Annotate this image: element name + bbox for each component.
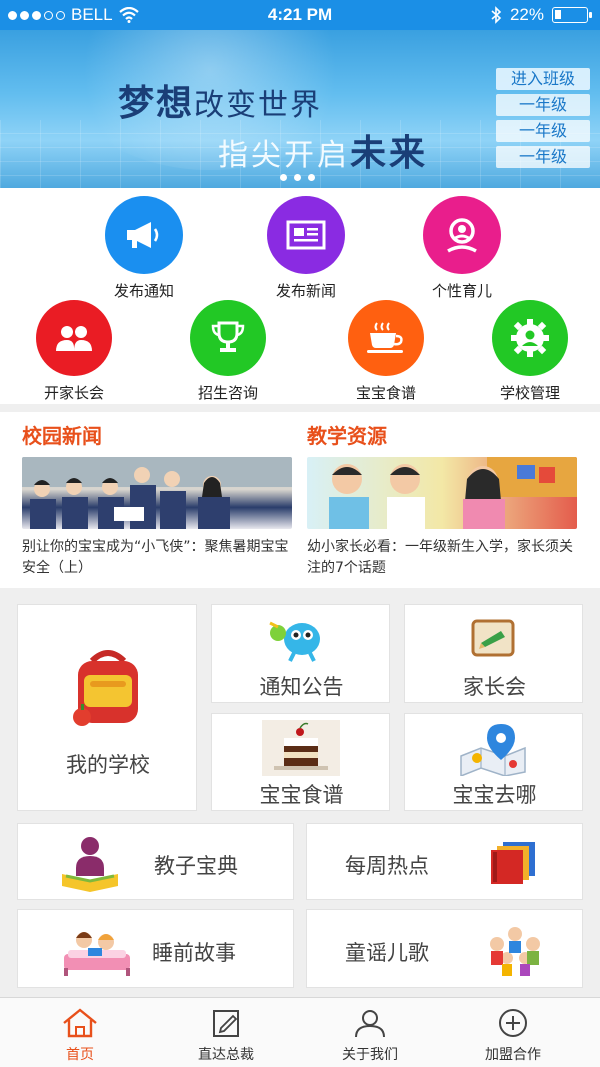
tile-label: 童谣儿歌 bbox=[345, 941, 429, 965]
nav-label: 加盟合作 bbox=[485, 1047, 541, 1063]
tile-label: 睡前故事 bbox=[152, 941, 236, 965]
action-label: 学校管理 bbox=[499, 384, 560, 402]
campus-news-title: 校园新闻 bbox=[22, 424, 102, 448]
edit-icon bbox=[213, 1010, 239, 1037]
map-pin-icon bbox=[460, 724, 526, 776]
books-icon bbox=[491, 842, 535, 884]
action-personal-parenting[interactable]: 个性育儿 bbox=[402, 196, 522, 301]
tile-label: 每周热点 bbox=[345, 854, 429, 878]
nav-direct-to-ceo[interactable]: 直达总裁 bbox=[166, 1008, 286, 1064]
banner-slogan-line2: 指尖开启未来 bbox=[218, 133, 429, 174]
school-bag-icon bbox=[73, 650, 138, 726]
tile-parent-meeting[interactable]: 家长会 bbox=[404, 604, 583, 703]
tile-notice[interactable]: 通知公告 bbox=[211, 604, 390, 703]
action-parent-meeting[interactable]: 开家长会 bbox=[14, 300, 134, 403]
tile-label: 宝宝食谱 bbox=[259, 783, 344, 807]
tile-parenting-guide[interactable]: 教子宝典 bbox=[17, 823, 294, 900]
megaphone-icon bbox=[105, 196, 183, 274]
action-label: 招生咨询 bbox=[197, 384, 258, 402]
banner-slogan-line1: 梦想改变世界 bbox=[118, 82, 323, 123]
action-school-management[interactable]: 学校管理 bbox=[470, 300, 590, 403]
action-label: 发布通知 bbox=[113, 282, 174, 300]
banner-page-indicator bbox=[280, 174, 315, 181]
nav-join-cooperation[interactable]: 加盟合作 bbox=[453, 1008, 573, 1064]
bottom-navigation: 首页 直达总裁 关于我们 加盟合作 bbox=[0, 997, 600, 1067]
person-icon bbox=[423, 196, 501, 274]
coffee-cup-icon bbox=[348, 300, 424, 376]
action-enrollment-consult[interactable]: 招生咨询 bbox=[168, 300, 288, 403]
battery-level bbox=[555, 10, 561, 19]
campus-news-caption: 别让你的宝宝成为“小飞侠”：聚焦暑期宝宝安全（上） bbox=[22, 539, 289, 576]
status-bar: BELL 4:21 PM 22% bbox=[0, 0, 600, 30]
tile-my-school[interactable]: 我的学校 bbox=[17, 604, 197, 811]
class-selector: 进入班级 一年级 一年级 一年级 bbox=[496, 68, 590, 168]
battery-percent: 22% bbox=[509, 5, 544, 24]
action-label: 开家长会 bbox=[43, 384, 104, 402]
parents-icon bbox=[36, 300, 112, 376]
tile-baby-recipe[interactable]: 宝宝食谱 bbox=[211, 713, 390, 811]
bluetooth-icon bbox=[491, 6, 502, 24]
action-label: 个性育儿 bbox=[431, 282, 492, 300]
cake-icon bbox=[262, 720, 340, 776]
action-publish-notice[interactable]: 发布通知 bbox=[84, 196, 204, 301]
class-option[interactable]: 一年级 bbox=[496, 120, 590, 142]
enter-class-button[interactable]: 进入班级 bbox=[496, 68, 590, 90]
tile-nursery-rhymes[interactable]: 童谣儿歌 bbox=[306, 909, 583, 988]
tile-bedtime-story[interactable]: 睡前故事 bbox=[17, 909, 294, 988]
class-option[interactable]: 一年级 bbox=[496, 94, 590, 116]
teaching-resources[interactable]: 教学资源 幼小家长必看：一年级新生入学，家长须关注的7个话题 bbox=[307, 420, 579, 579]
hero-banner[interactable]: 梦想改变世界 指尖开启未来 进入班级 一年级 一年级 一年级 bbox=[0, 30, 600, 188]
plus-circle-icon bbox=[499, 1009, 527, 1037]
campus-news-image[interactable] bbox=[22, 457, 292, 529]
news-section: 校园新闻 别让你的宝宝成为“小飞侠”：聚焦暑期宝宝安全（上） 教学资源 幼小家长… bbox=[0, 412, 600, 588]
action-label: 发布新闻 bbox=[275, 282, 336, 300]
action-publish-news[interactable]: 发布新闻 bbox=[246, 196, 366, 301]
teaching-resources-caption: 幼小家长必看：一年级新生入学，家长须关注的7个话题 bbox=[307, 539, 573, 576]
user-icon bbox=[355, 1010, 385, 1038]
campus-news[interactable]: 校园新闻 别让你的宝宝成为“小飞侠”：聚焦暑期宝宝安全（上） bbox=[22, 420, 294, 579]
tile-label: 教子宝典 bbox=[154, 854, 238, 878]
class-option[interactable]: 一年级 bbox=[496, 146, 590, 168]
children-in-bed-icon bbox=[64, 932, 130, 976]
action-label: 宝宝食谱 bbox=[355, 384, 416, 402]
quick-actions: 发布通知 发布新闻 个性育儿 开家长会 招生咨询 宝宝食谱 学校管理 bbox=[0, 188, 600, 404]
teaching-resources-title: 教学资源 bbox=[307, 424, 387, 448]
action-baby-recipe[interactable]: 宝宝食谱 bbox=[326, 300, 446, 403]
nav-about-us[interactable]: 关于我们 bbox=[310, 1008, 430, 1064]
battery-icon bbox=[552, 7, 592, 23]
tile-label: 通知公告 bbox=[259, 675, 344, 699]
tile-baby-where[interactable]: 宝宝去哪 bbox=[404, 713, 583, 811]
nav-label: 首页 bbox=[66, 1047, 94, 1063]
nav-home[interactable]: 首页 bbox=[20, 1008, 140, 1064]
teaching-resources-image[interactable] bbox=[307, 457, 577, 529]
tile-label: 宝宝去哪 bbox=[452, 783, 537, 807]
newspaper-icon bbox=[267, 196, 345, 274]
gear-person-icon bbox=[492, 300, 568, 376]
nav-label: 直达总裁 bbox=[198, 1047, 254, 1063]
trophy-icon bbox=[190, 300, 266, 376]
home-icon bbox=[63, 1008, 97, 1038]
nav-label: 关于我们 bbox=[342, 1047, 398, 1063]
tile-label: 家长会 bbox=[463, 675, 526, 699]
cartoon-mascot-icon bbox=[269, 621, 320, 662]
chalkboard-icon bbox=[471, 619, 515, 657]
kids-group-icon bbox=[490, 927, 540, 976]
tile-weekly-hot[interactable]: 每周热点 bbox=[306, 823, 583, 900]
reading-icon bbox=[62, 837, 118, 892]
tile-label: 我的学校 bbox=[66, 753, 150, 777]
